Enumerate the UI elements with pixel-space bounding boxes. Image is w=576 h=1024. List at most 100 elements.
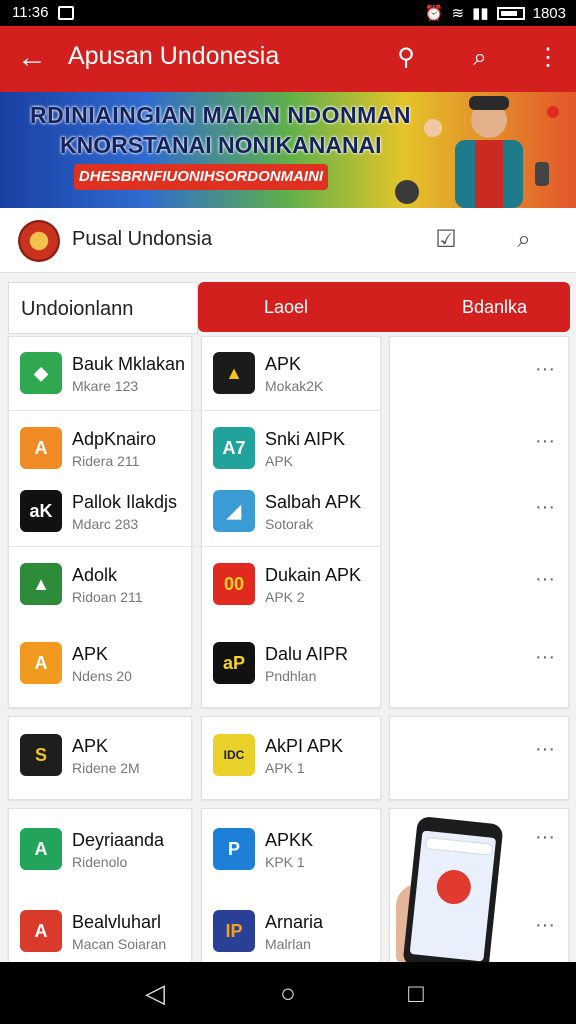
- tab-undoionlann[interactable]: Undoionlann: [8, 282, 198, 334]
- divider: [8, 546, 381, 547]
- back-arrow-icon[interactable]: ←: [14, 40, 50, 76]
- divider: [8, 410, 381, 411]
- app-item[interactable]: A Deyriaanda Ridenolo: [8, 816, 188, 878]
- app-icon: S: [20, 734, 62, 776]
- app-name: Snki AIPK: [265, 429, 346, 449]
- app-item[interactable]: IDC AkPI APK APK 1: [201, 722, 381, 784]
- tab-label: Undoionlann: [21, 298, 134, 320]
- app-subtitle: Mkare 123: [72, 378, 139, 394]
- app-name: Arnaria: [265, 912, 324, 932]
- app-subtitle: KPK 1: [265, 854, 305, 870]
- app-subtitle: APK: [265, 453, 294, 469]
- app-icon: ▲: [20, 563, 62, 605]
- app-name: APK: [72, 736, 109, 756]
- app-subtitle: Ridoan 211: [72, 589, 143, 605]
- more-options-icon[interactable]: ···: [533, 431, 557, 452]
- app-icon: ▲: [213, 352, 255, 394]
- app-name: Bauk Mklakan: [72, 354, 186, 374]
- wifi-icon: ≋: [451, 5, 465, 22]
- app-item[interactable]: ▲ APK Mokak2K: [201, 340, 381, 402]
- tab-group-red: Laoel Bdanlka: [198, 282, 570, 332]
- app-item[interactable]: A Bealvluharl Macan Soiaran: [8, 898, 188, 960]
- banner-headline-1: RDINIAINGIAN MAIAN NDONMAN: [30, 102, 411, 128]
- app-name: APK: [265, 354, 302, 374]
- status-time: 11:36: [12, 4, 49, 21]
- more-options-icon[interactable]: ···: [533, 739, 557, 760]
- app-icon: IP: [213, 910, 255, 952]
- app-icon: ◆: [20, 352, 62, 394]
- search-row: Pusal Undonsia ☑ ⌕: [0, 208, 576, 273]
- app-item[interactable]: ▲ Adolk Ridoan 211: [8, 551, 188, 613]
- promo-banner[interactable]: RDINIAINGIAN MAIAN NDONMAN KNORSTANAI NO…: [0, 92, 576, 208]
- app-item[interactable]: 00 Dukain APK APK 2: [201, 551, 381, 613]
- app-subtitle: APK 1: [265, 760, 305, 776]
- app-name: APKK: [265, 830, 314, 850]
- signal-icon: ▮▮: [472, 5, 489, 22]
- app-name: Deyriaanda: [72, 830, 165, 850]
- banner-person-illustration: [395, 96, 559, 208]
- status-bar: 11:36 ⏰ ≋ ▮▮ 1803: [0, 0, 576, 26]
- app-item[interactable]: ◢ Salbah APK Sotorak: [201, 478, 381, 540]
- app-icon: A: [20, 642, 62, 684]
- app-item[interactable]: A APK Ndens 20: [8, 630, 188, 692]
- nav-recent-icon[interactable]: □: [401, 978, 431, 1008]
- more-vert-icon[interactable]: ⋮: [530, 40, 566, 76]
- search-icon[interactable]: ⌕: [462, 40, 498, 76]
- more-options-icon[interactable]: ···: [533, 497, 557, 518]
- alarm-icon: ⏰: [424, 5, 444, 22]
- app-icon: A: [20, 910, 62, 952]
- app-item[interactable]: aK Pallok Ilakdjs Mdarc 283: [8, 478, 188, 540]
- app-subtitle: Malrlan: [265, 936, 311, 952]
- app-icon: A7: [213, 427, 255, 469]
- app-icon: ◢: [213, 490, 255, 532]
- app-subtitle: Pndhlan: [265, 668, 317, 684]
- app-subtitle: Macan Soiaran: [72, 936, 167, 952]
- app-icon: aK: [20, 490, 62, 532]
- checkbox-edit-icon[interactable]: ☑: [430, 224, 462, 256]
- more-options-icon[interactable]: ···: [533, 569, 557, 590]
- app-item[interactable]: ◆ Bauk Mklakan Mkare 123: [8, 340, 188, 402]
- phone-illustration: [402, 815, 504, 975]
- banner-cta[interactable]: DHESBRNFIUONIHSORDONMAINI: [74, 164, 328, 190]
- app-name: Dalu AIPR: [265, 644, 349, 664]
- app-item[interactable]: S APK Ridene 2M: [8, 722, 188, 784]
- gallery-icon: [58, 5, 75, 20]
- tab-bar: Undoionlann Laoel Bdanlka: [8, 282, 570, 334]
- app-bar: ← Apusan Undonesia ⚲ ⌕ ⋮: [0, 26, 576, 92]
- tab-laoel[interactable]: Laoel: [264, 297, 308, 318]
- app-item[interactable]: A AdpKnairo Ridera 211: [8, 415, 188, 477]
- app-icon: A: [20, 828, 62, 870]
- nav-home-icon[interactable]: ○: [273, 978, 303, 1008]
- tab-bdanlka[interactable]: Bdanlka: [462, 297, 527, 318]
- more-options-icon[interactable]: ···: [533, 647, 557, 668]
- phone-screen: [409, 830, 497, 962]
- app-item[interactable]: A7 Snki AIPK APK: [201, 415, 381, 477]
- app-subtitle: Mokak2K: [265, 378, 324, 394]
- app-item[interactable]: P APKK KPK 1: [201, 816, 381, 878]
- app-icon: 00: [213, 563, 255, 605]
- status-right-time: 1803: [532, 4, 566, 22]
- system-nav-bar: ◁ ○ □: [0, 962, 576, 1024]
- app-title: Apusan Undonesia: [68, 42, 280, 70]
- app-item[interactable]: IP Arnaria Malrlan: [201, 898, 381, 960]
- app-subtitle: APK 2: [265, 589, 305, 605]
- app-subtitle: Sotorak: [265, 516, 314, 532]
- app-name: Pallok Ilakdjs: [72, 492, 178, 512]
- app-item[interactable]: aP Dalu AIPR Pndhlan: [201, 630, 381, 692]
- app-name: APK: [72, 644, 109, 664]
- more-options-icon[interactable]: ···: [533, 915, 557, 936]
- app-subtitle: Ridera 211: [72, 453, 140, 469]
- link-icon[interactable]: ⚲: [388, 40, 424, 76]
- app-icon: IDC: [213, 734, 255, 776]
- app-icon: P: [213, 828, 255, 870]
- search-label[interactable]: Pusal Undonsia: [72, 228, 212, 251]
- app-name: AdpKnairo: [72, 429, 157, 449]
- app-subtitle: Ndens 20: [72, 668, 132, 684]
- search-icon[interactable]: ⌕: [508, 224, 540, 256]
- more-options-icon[interactable]: ···: [533, 359, 557, 380]
- more-options-icon[interactable]: ···: [533, 827, 557, 848]
- app-subtitle: Ridenolo: [72, 854, 128, 870]
- nav-back-icon[interactable]: ◁: [140, 978, 170, 1008]
- app-name: Dukain APK: [265, 565, 362, 585]
- app-subtitle: Mdarc 283: [72, 516, 139, 532]
